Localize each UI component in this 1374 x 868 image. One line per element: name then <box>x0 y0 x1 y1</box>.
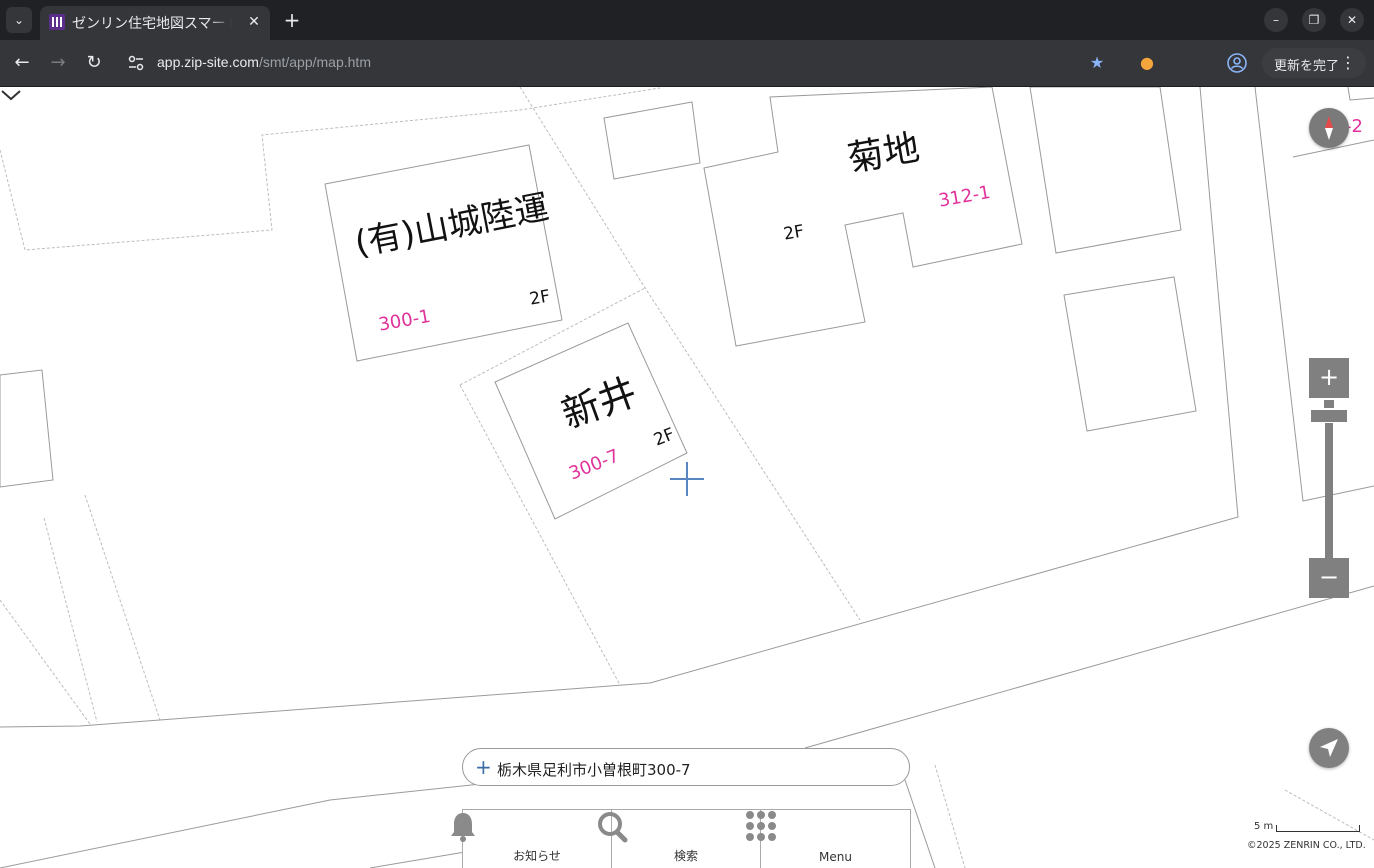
floor-count-label: 2F <box>782 221 806 245</box>
browser-tab[interactable]: ゼンリン住宅地図スマートサービス ✕ <box>40 6 270 40</box>
url-path: /smt/app/map.htm <box>258 54 371 70</box>
zoom-slider-track[interactable] <box>1325 423 1333 558</box>
extension-spy-icon[interactable]: ● <box>1135 51 1159 75</box>
search-label: 検索 <box>673 849 698 863</box>
bookmark-star-icon[interactable]: ★ <box>1085 51 1109 75</box>
zoom-slider-cap <box>1324 400 1334 408</box>
tab-title: ゼンリン住宅地図スマートサービス <box>72 16 232 32</box>
browser-toolbar: ← → ↻ app.zip-site.com/smt/app/map.htm ★… <box>0 40 1374 114</box>
close-window-icon[interactable]: ✕ <box>1340 8 1364 32</box>
chevron-down-icon[interactable] <box>0 87 22 103</box>
more-menu-icon[interactable]: ⋮ <box>1340 53 1356 72</box>
url-host: app.zip-site.com <box>157 54 259 70</box>
menu-label: Menu <box>819 850 852 864</box>
notifications-button[interactable]: お知らせ <box>451 810 612 868</box>
browser-tab-bar: ⌄ ゼンリン住宅地図スマートサービス ✕ + – ❐ ✕ <box>0 0 1374 40</box>
address-text: 栃木県足利市小曽根町300-7 <box>497 761 691 779</box>
update-browser-button[interactable]: 更新を完了 ⋮ <box>1262 48 1366 78</box>
zoom-in-button[interactable]: + <box>1309 358 1349 398</box>
bottom-menu-bar: お知らせ 検索 Menu <box>451 809 911 868</box>
copyright-text: ©2025 ZENRIN CO., LTD. <box>1247 840 1366 851</box>
address-display[interactable]: + 栃木県足利市小曽根町300-7 <box>462 748 910 786</box>
forward-arrow-icon[interactable]: → <box>46 51 70 75</box>
zoom-slider-handle[interactable] <box>1311 410 1347 422</box>
floor-count-label: 2F <box>528 286 552 310</box>
profile-avatar-icon[interactable] <box>1226 52 1248 74</box>
address-url[interactable]: app.zip-site.com/smt/app/map.htm <box>157 54 371 70</box>
restore-window-icon[interactable]: ❐ <box>1302 8 1326 32</box>
grid-menu-icon <box>746 811 776 841</box>
current-location-button[interactable] <box>1309 728 1349 768</box>
address-plus-icon: + <box>475 755 492 779</box>
scale-bar <box>1276 825 1360 832</box>
map-canvas[interactable]: (有)山城陸運 300-1 2F 新井 300-7 2F 菊地 312-1 2F… <box>0 87 1374 868</box>
scale-label: 5 m <box>1254 821 1274 832</box>
zoom-out-button[interactable]: − <box>1309 558 1349 598</box>
new-tab-plus-icon[interactable]: + <box>282 8 302 32</box>
update-label: 更新を完了 <box>1274 59 1340 74</box>
bell-icon <box>451 813 475 842</box>
tab-close-icon[interactable]: ✕ <box>244 12 264 32</box>
back-arrow-icon[interactable]: ← <box>10 51 34 75</box>
site-favicon-icon <box>49 14 65 30</box>
site-settings-icon[interactable] <box>126 53 146 73</box>
crosshair-icon <box>670 462 704 496</box>
compass-button[interactable] <box>1309 108 1349 148</box>
minimize-window-icon[interactable]: – <box>1264 8 1288 32</box>
search-icon <box>598 812 628 843</box>
tab-search-chevron-icon[interactable]: ⌄ <box>6 7 32 33</box>
navigation-arrow-icon <box>1320 739 1338 757</box>
compass-north-icon <box>1325 116 1333 140</box>
notifications-label: お知らせ <box>513 849 561 863</box>
search-button[interactable]: 検索 <box>598 810 761 868</box>
menu-button[interactable]: Menu <box>746 810 910 868</box>
reload-icon[interactable]: ↻ <box>82 51 106 75</box>
